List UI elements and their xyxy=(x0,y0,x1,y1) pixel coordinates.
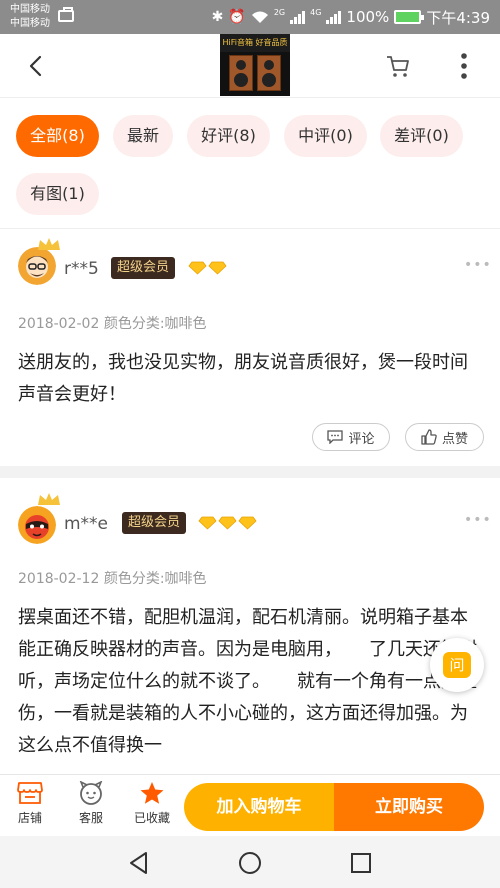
review-text: 送朋友的，我也没见实物，朋友说音质很好，煲一段时间声音会更好！ xyxy=(18,352,468,405)
system-nav-bar xyxy=(0,836,500,888)
review-spec: 颜色分类:咖啡色 xyxy=(103,316,207,332)
battery-icon xyxy=(394,10,425,24)
battery-percent: 100% xyxy=(346,8,390,26)
top-nav: HiFi音箱 好音品质 xyxy=(0,34,500,98)
filter-latest[interactable]: 最新 xyxy=(113,115,173,157)
ask-question-button[interactable]: 问 xyxy=(430,638,484,692)
shop-icon xyxy=(17,782,43,804)
product-banner-text: HiFi音箱 好音品质 xyxy=(220,34,290,52)
network-type-2: 4G xyxy=(310,7,322,17)
filter-positive[interactable]: 好评(8) xyxy=(187,115,270,157)
diamond-icon xyxy=(218,516,237,530)
favorite-tab[interactable]: 已收藏 xyxy=(128,781,176,826)
avatar[interactable] xyxy=(18,247,56,285)
speaker-left xyxy=(229,55,253,91)
like-button[interactable]: 点赞 xyxy=(405,423,484,451)
vip-badge: 超级会员 xyxy=(111,257,176,279)
diamond-icon xyxy=(188,261,207,275)
service-label: 客服 xyxy=(78,811,103,825)
signal-icon-2 xyxy=(326,10,342,24)
more-icon[interactable] xyxy=(454,50,474,82)
avatar[interactable] xyxy=(18,506,56,544)
diamond-icon xyxy=(238,516,257,530)
thumbs-up-icon xyxy=(421,429,437,445)
cart-icon[interactable] xyxy=(384,52,412,80)
status-icons: ✱ ⏰ 2G 4G 100% 下午4:39 xyxy=(212,0,490,34)
comment-button[interactable]: 评论 xyxy=(312,423,390,451)
nav-recents-icon[interactable] xyxy=(348,850,374,876)
crown-icon xyxy=(38,238,60,250)
bluetooth-icon: ✱ xyxy=(211,9,224,25)
crown-icon xyxy=(38,493,60,505)
review-text: 摆桌面还不错，配胆机温润，配石机清丽。说明箱子基本能正确反映器材的声音。因为是电… xyxy=(18,607,477,756)
filter-neutral[interactable]: 中评(0) xyxy=(284,115,367,157)
review-meta: 2018-02-12 颜色分类:咖啡色 xyxy=(18,568,207,588)
status-bar: 中国移动 中国移动 ✱ ⏰ 2G 4G 100% 下午4:39 xyxy=(0,0,500,34)
favorite-label: 已收藏 xyxy=(133,811,170,825)
diamond-icon xyxy=(198,516,217,530)
comment-icon xyxy=(327,430,344,444)
alarm-icon: ⏰ xyxy=(228,9,246,25)
review-item: r**5 超级会员 ••• 2018-02-02 颜色分类:咖啡色 送朋友的，我… xyxy=(0,229,500,466)
nav-home-icon[interactable] xyxy=(237,850,263,876)
diamond-rating xyxy=(198,516,257,530)
carrier-2: 中国移动 xyxy=(10,18,50,29)
review-meta: 2018-02-02 颜色分类:咖啡色 xyxy=(18,313,207,333)
comment-label: 评论 xyxy=(348,431,375,447)
more-options-icon[interactable]: ••• xyxy=(464,512,492,528)
shop-label: 店铺 xyxy=(17,811,42,825)
section-separator xyxy=(0,466,500,478)
filter-all[interactable]: 全部(8) xyxy=(16,115,99,157)
like-label: 点赞 xyxy=(441,431,468,447)
filter-with-photos[interactable]: 有图(1) xyxy=(16,173,99,215)
product-thumbnail[interactable]: HiFi音箱 好音品质 xyxy=(220,34,290,96)
review-filters: 全部(8) 最新 好评(8) 中评(0) 差评(0) 有图(1) xyxy=(0,98,500,228)
filter-negative[interactable]: 差评(0) xyxy=(380,115,463,157)
carrier-labels: 中国移动 中国移动 xyxy=(10,3,50,31)
customer-service-icon xyxy=(79,781,103,805)
diamond-icon xyxy=(208,261,227,275)
back-icon[interactable] xyxy=(22,52,50,80)
more-options-icon[interactable]: ••• xyxy=(464,257,492,273)
nav-back-icon[interactable] xyxy=(126,850,152,876)
speaker-right xyxy=(257,55,281,91)
signal-icon-1 xyxy=(290,10,306,24)
vip-badge: 超级会员 xyxy=(122,512,187,534)
review-item: m**e 超级会员 ••• 2018-02-12 颜色分类:咖啡色 摆桌面还不错… xyxy=(0,478,500,774)
diamond-rating xyxy=(188,261,227,275)
bottom-action-bar: 店铺 客服 已收藏 加入购物车 立即购买 xyxy=(0,774,500,836)
review-username: r**5 xyxy=(64,259,99,279)
review-spec: 颜色分类:咖啡色 xyxy=(103,571,207,587)
network-type-1: 2G xyxy=(273,7,286,17)
clock: 下午4:39 xyxy=(426,8,490,27)
add-to-cart-button[interactable]: 加入购物车 xyxy=(184,783,334,831)
buy-now-button[interactable]: 立即购买 xyxy=(334,783,484,831)
wifi-icon xyxy=(251,11,268,23)
review-username: m**e xyxy=(64,514,109,534)
work-profile-icon xyxy=(58,7,74,22)
review-date: 2018-02-02 xyxy=(18,316,100,332)
review-date: 2018-02-12 xyxy=(18,571,100,587)
service-tab[interactable]: 客服 xyxy=(67,781,115,826)
star-icon xyxy=(140,782,164,804)
carrier-1: 中国移动 xyxy=(10,4,50,15)
shop-tab[interactable]: 店铺 xyxy=(6,781,54,826)
ask-label: 问 xyxy=(443,652,471,678)
